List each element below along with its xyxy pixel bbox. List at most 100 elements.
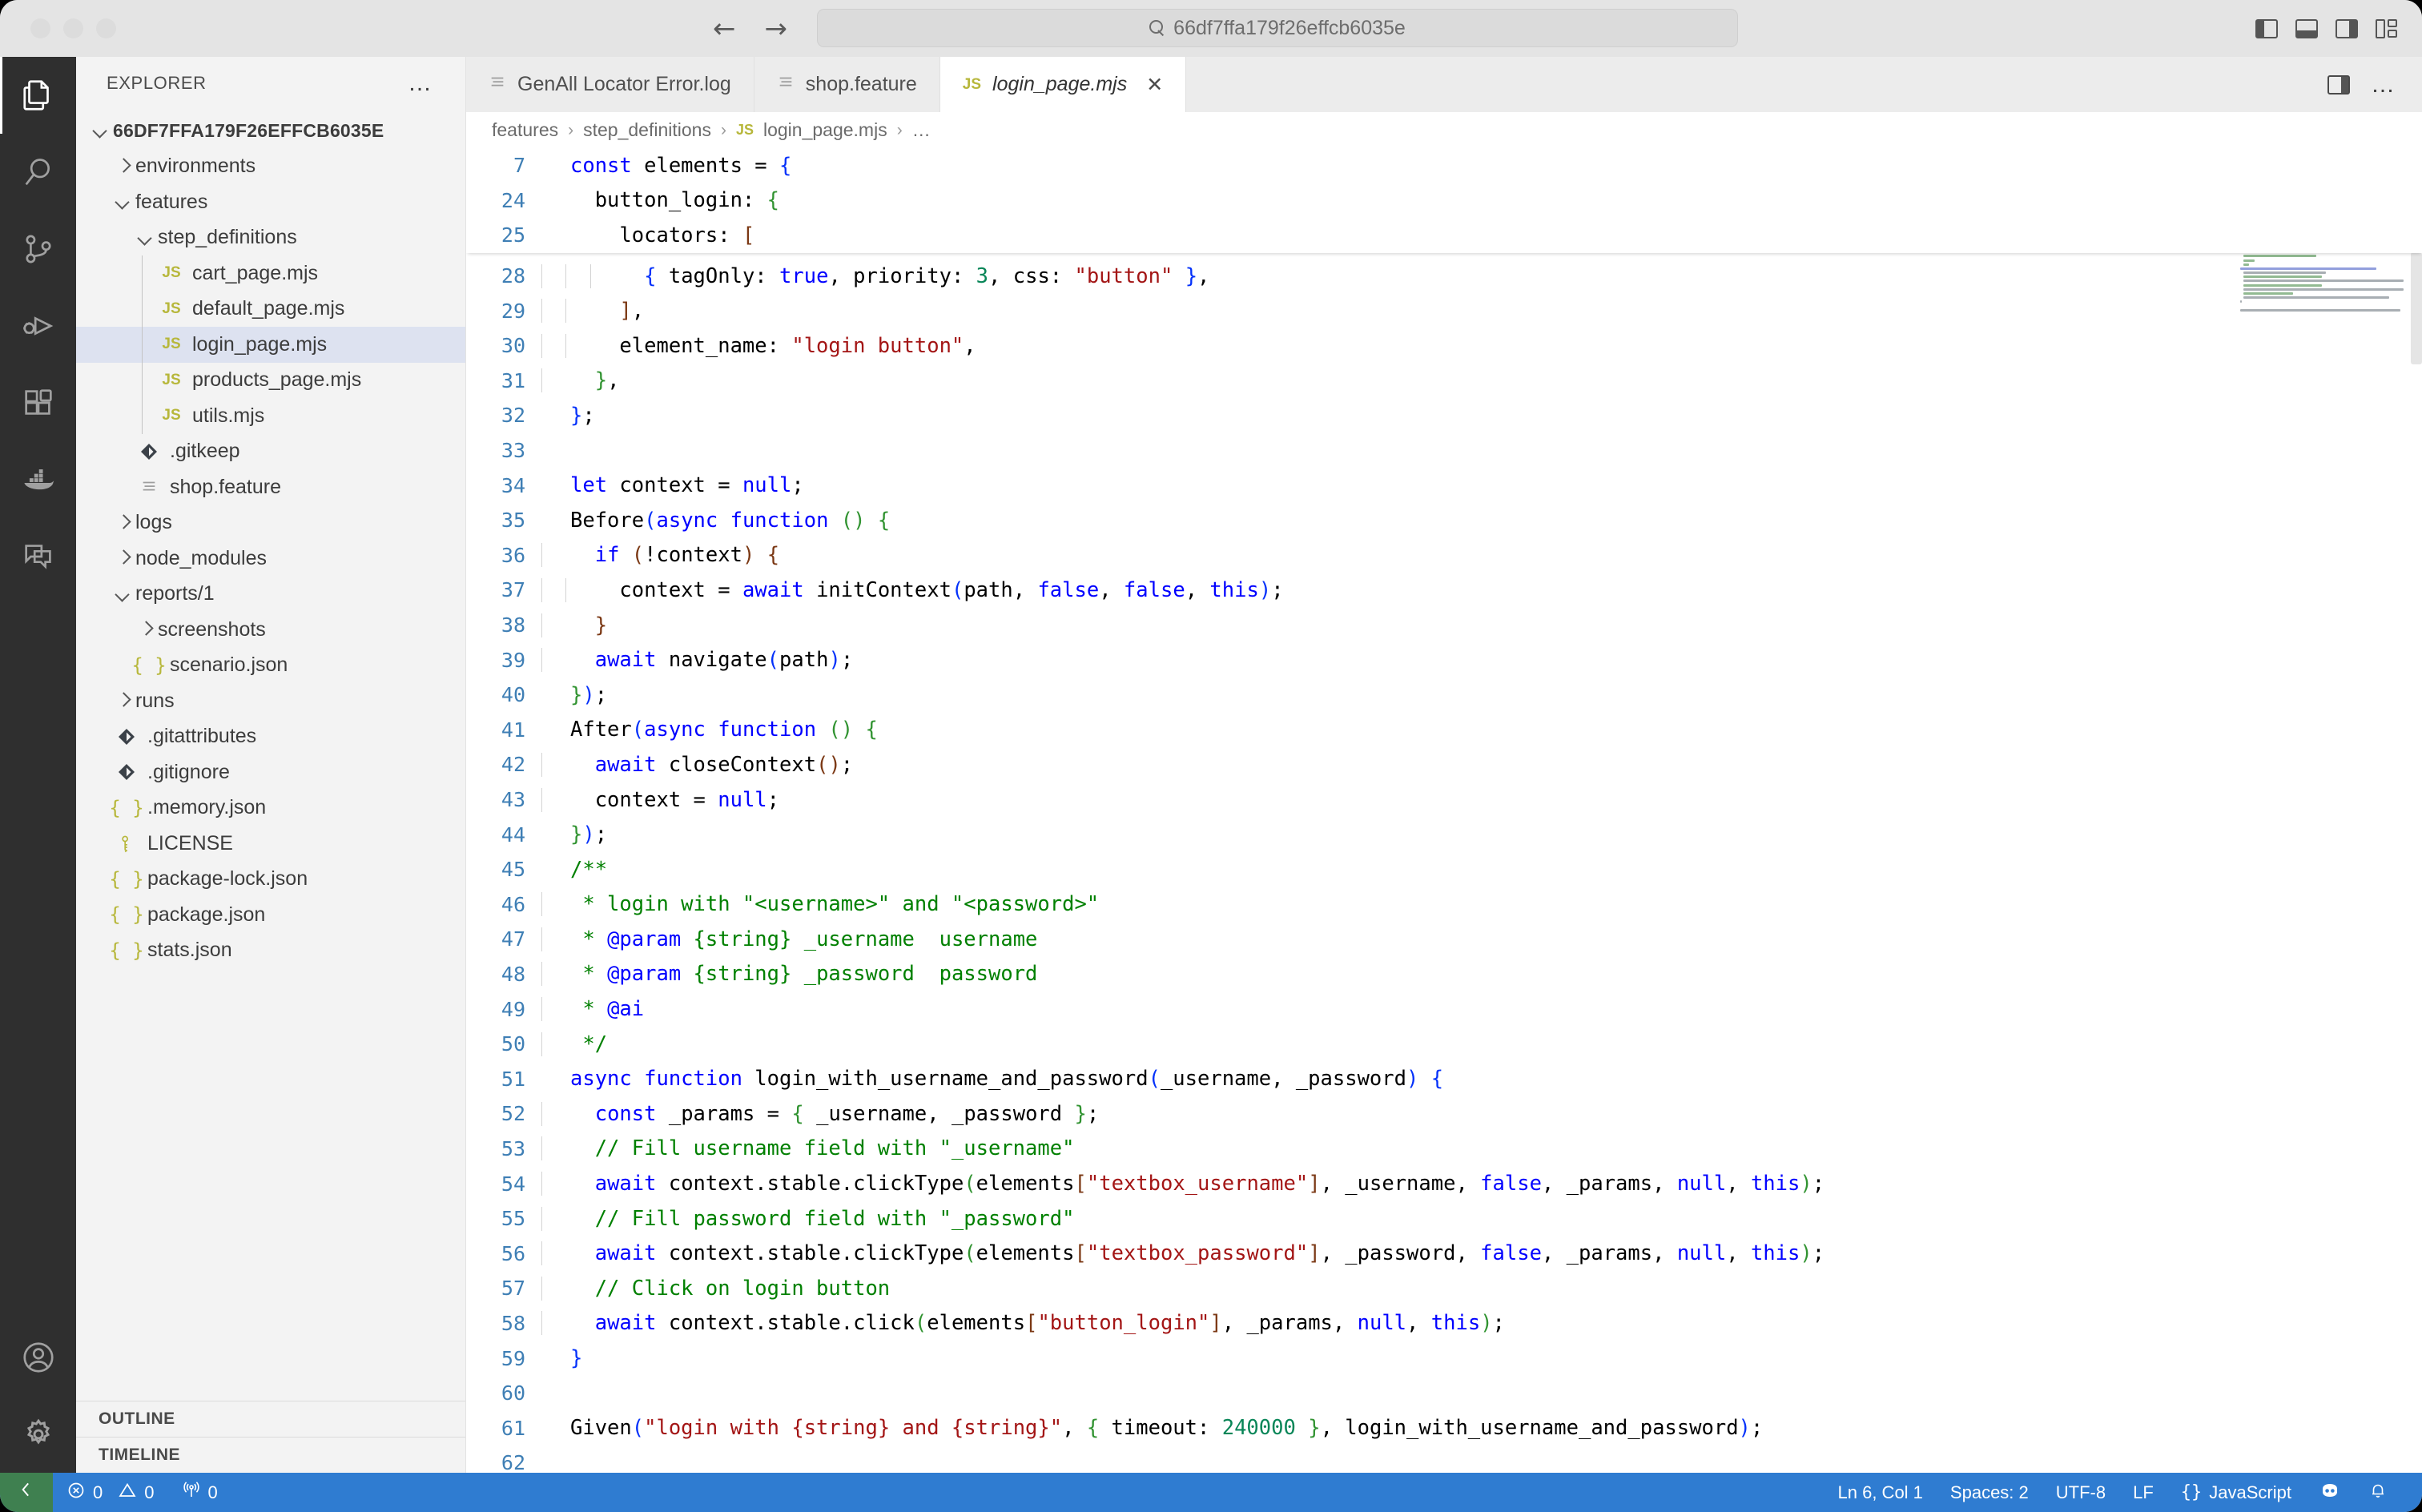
problems-indicator[interactable]: 0 0 [53,1473,168,1512]
activity-item-extensions[interactable] [0,364,76,441]
tree-folder-item[interactable]: environments [76,149,465,185]
tree-file-item[interactable]: JS default_page.mjs [76,291,465,327]
code-line[interactable]: 38 } [466,608,2422,643]
tree-file-item[interactable]: JS utils.mjs [76,398,465,434]
encoding-setting[interactable]: UTF-8 [2042,1473,2119,1512]
sticky-code-line[interactable]: 25 locators: [ [466,218,2422,253]
code-line[interactable]: 61 Given("login with {string} and {string… [466,1410,2422,1446]
close-tab-icon[interactable]: ✕ [1146,73,1163,97]
sticky-code-line[interactable]: 24 button_login: { [466,183,2422,219]
toggle-primary-sidebar-icon[interactable] [2255,18,2278,38]
code-lines[interactable]: 28 { tagOnly: true, priority: 3, css: "b… [466,148,2422,1473]
tree-folder-item[interactable]: node_modules [76,541,465,577]
tree-file-item[interactable]: LICENSE [76,826,465,862]
cursor-position[interactable]: Ln 6, Col 1 [1825,1473,1937,1512]
tree-file-item[interactable]: { } .memory.json [76,790,465,826]
code-line[interactable]: 29 ], [466,293,2422,328]
code-line[interactable]: 55 // Fill password field with "_passwor… [466,1201,2422,1237]
language-mode[interactable]: {} JavaScript [2167,1473,2305,1512]
activity-item-manage[interactable] [0,1396,76,1473]
file-tree[interactable]: 66DF7FFA179F26EFFCB6035E environments feat… [76,110,465,1401]
tree-file-item[interactable]: { } scenario.json [76,648,465,684]
indentation-setting[interactable]: Spaces: 2 [1937,1473,2042,1512]
activity-item-docker[interactable] [0,441,76,518]
outline-panel-header[interactable]: OUTLINE [76,1401,465,1437]
tree-folder-item[interactable]: reports/1 [76,577,465,613]
chevron-right-icon[interactable] [113,690,134,711]
remote-window-indicator[interactable] [0,1473,53,1512]
editor-tab[interactable]: GenAll Locator Error.log [466,57,754,112]
code-line[interactable]: 57 // Click on login button [466,1271,2422,1306]
chevron-right-icon[interactable] [113,513,134,533]
close-window-button[interactable] [30,18,50,38]
sticky-code-line[interactable]: 7 const elements = { [466,148,2422,183]
editor-scrollbar[interactable] [2411,252,2422,364]
code-line[interactable]: 49 * @ai [466,991,2422,1027]
chevron-down-icon[interactable] [135,227,156,248]
code-line[interactable]: 54 await context.stable.clickType(elemen… [466,1166,2422,1201]
code-line[interactable]: 34 let context = null; [466,468,2422,503]
tree-root-item[interactable]: 66DF7FFA179F26EFFCB6035E [76,113,465,149]
code-line[interactable]: 52 const _params = { _username, _passwor… [466,1096,2422,1132]
breadcrumb-item[interactable]: features [492,119,558,141]
tree-file-item[interactable]: JS login_page.mjs [76,327,465,363]
activity-item-run-and-debug[interactable] [0,288,76,364]
explorer-more-actions-icon[interactable]: … [408,71,433,95]
code-line[interactable]: 44}); [466,817,2422,852]
go-forward-icon[interactable]: → [765,15,788,42]
tree-folder-item[interactable]: screenshots [76,612,465,648]
eol-setting[interactable]: LF [2119,1473,2167,1512]
toggle-secondary-sidebar-icon[interactable] [2336,18,2358,38]
breadcrumb-item[interactable]: step_definitions [583,119,711,141]
code-line[interactable]: 60 [466,1376,2422,1411]
activity-item-source-control[interactable] [0,211,76,288]
editor-tab[interactable]: JS login_page.mjs ✕ [939,57,1187,112]
activity-item-explorer[interactable] [0,57,76,134]
code-line[interactable]: 53 // Fill username field with "_usernam… [466,1132,2422,1167]
chevron-right-icon[interactable] [113,156,134,177]
activity-item-accounts[interactable] [0,1319,76,1396]
code-line[interactable]: 56 await context.stable.clickType(elemen… [466,1236,2422,1271]
breadcrumb-item[interactable]: login_page.mjs [763,119,887,141]
code-line[interactable]: 39 await navigate(path); [466,642,2422,678]
go-back-icon[interactable]: ← [713,15,736,42]
code-line[interactable]: 36 if (!context) { [466,538,2422,573]
quick-open-search-bar[interactable]: 66df7ffa179f26effcb6035e [817,9,1738,47]
maximize-window-button[interactable] [96,18,116,38]
editor-tab[interactable]: shop.feature [754,57,940,112]
code-line[interactable]: 37 context = await initContext(path, fal… [466,573,2422,608]
tree-file-item[interactable]: shop.feature [76,469,465,505]
tree-file-item[interactable]: { } package.json [76,897,465,933]
code-line[interactable]: 41 After(async function () { [466,713,2422,748]
ports-indicator[interactable]: 0 [168,1473,231,1512]
code-line[interactable]: 50 */ [466,1027,2422,1062]
tree-folder-item[interactable]: step_definitions [76,220,465,256]
code-line[interactable]: 33 [466,433,2422,468]
tree-file-item[interactable]: JS cart_page.mjs [76,255,465,292]
activity-item-search[interactable] [0,134,76,211]
breadcrumb-item[interactable]: … [912,119,931,141]
chevron-down-icon[interactable] [113,191,134,212]
customize-layout-icon[interactable] [2376,18,2398,38]
code-line[interactable]: 47 * @param {string} _username username [466,922,2422,957]
code-line[interactable]: 43 context = null; [466,782,2422,818]
tree-file-item[interactable]: { } package-lock.json [76,862,465,898]
code-line[interactable]: 40}); [466,678,2422,713]
tree-file-item[interactable]: JS products_page.mjs [76,362,465,398]
code-line[interactable]: 30 element_name: "login button", [466,328,2422,364]
code-line[interactable]: 48 * @param {string} _password password [466,957,2422,992]
tree-file-item[interactable]: { } stats.json [76,933,465,969]
chevron-right-icon[interactable] [135,619,156,640]
code-line[interactable]: 51 async function login_with_username_and… [466,1061,2422,1096]
code-line[interactable]: 42 await closeContext(); [466,747,2422,782]
chevron-down-icon[interactable] [91,120,111,141]
code-editor[interactable]: 7 const elements = {24 button_login: {25 … [466,148,2422,1473]
chevron-down-icon[interactable] [113,584,134,605]
minimize-window-button[interactable] [63,18,83,38]
code-line[interactable]: 46 * login with "<username>" and "<passw… [466,887,2422,922]
sticky-scroll-header[interactable]: 7 const elements = {24 button_login: {25 … [466,148,2422,253]
notifications-bell[interactable] [2355,1473,2401,1512]
code-line[interactable]: 31 }, [466,364,2422,399]
split-editor-icon[interactable] [2327,74,2350,94]
activity-item-chat[interactable] [0,518,76,595]
